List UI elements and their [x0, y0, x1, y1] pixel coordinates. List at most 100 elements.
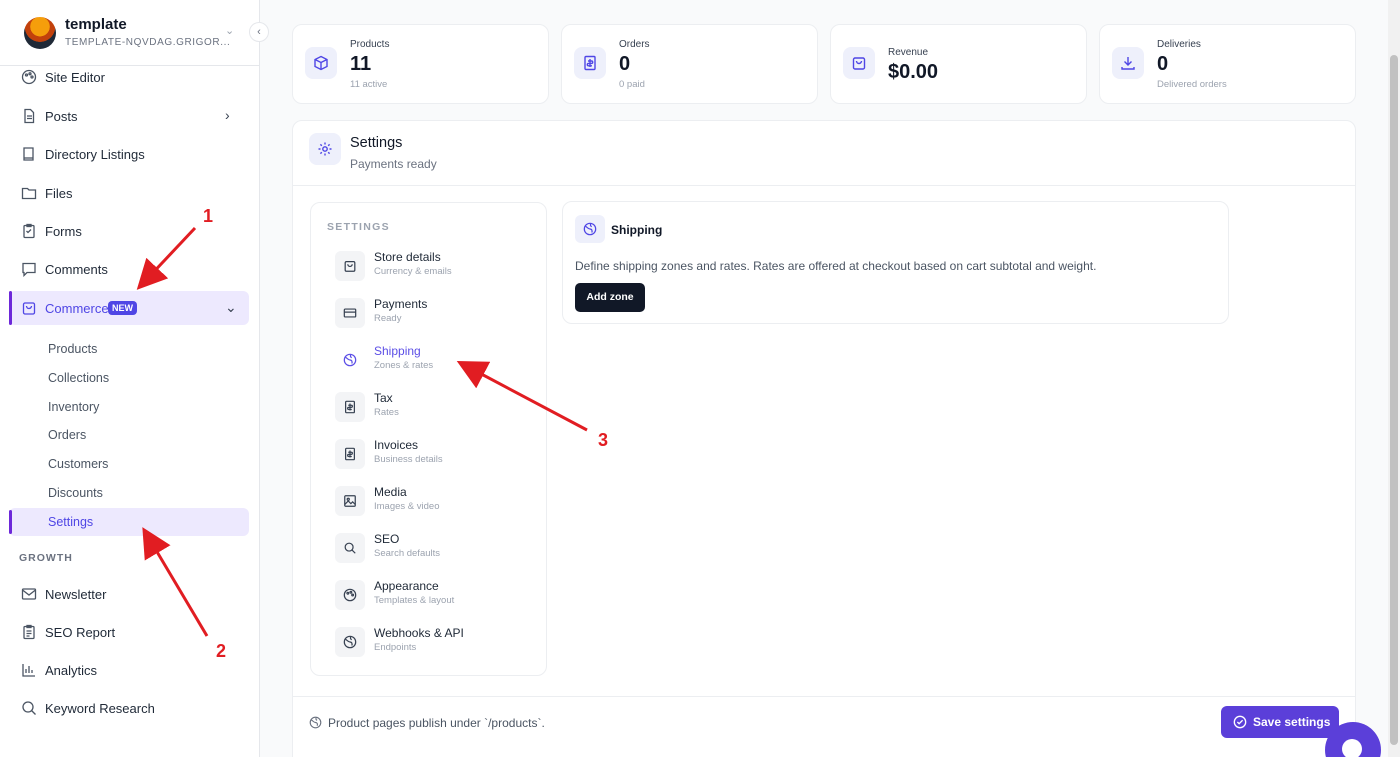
settings-nav-invoices[interactable]: Invoices Business details [311, 433, 546, 477]
sidebar-item-label: Keyword Research [45, 701, 155, 716]
chevron-down-icon[interactable]: ⌄ [225, 299, 237, 316]
workspace-switcher[interactable]: template TEMPLATE-NQVDAG.GRIGOR... ⌄ [0, 0, 260, 66]
settings-nav-webhooks-api[interactable]: Webhooks & API Endpoints [311, 621, 546, 665]
sidebar-item-analytics[interactable]: Analytics [9, 653, 249, 687]
sidebar-subitem-label: Discounts [48, 486, 103, 500]
shipping-card-description: Define shipping zones and rates. Rates a… [575, 259, 1097, 273]
page-scrollbar[interactable] [1388, 0, 1400, 757]
new-badge: NEW [108, 301, 137, 315]
sidebar-item-keyword-research[interactable]: Keyword Research [9, 691, 249, 725]
stat-title: Revenue [888, 47, 929, 58]
settings-nav-title: Payments [374, 297, 428, 311]
shipping-card: Shipping Define shipping zones and rates… [562, 201, 1229, 324]
clipboard-icon [23, 223, 35, 239]
sidebar-item-site-editor[interactable]: Site Editor [9, 60, 249, 94]
settings-nav-title: Appearance [374, 579, 439, 593]
globe-icon [309, 716, 322, 729]
mail-icon [21, 588, 37, 600]
sidebar-item-label: Forms [45, 224, 82, 239]
settings-nav-sub: Zones & rates [374, 360, 434, 371]
stat-title: Deliveries [1157, 39, 1201, 50]
stat-card-deliveries: Deliveries 0 Delivered orders [1099, 24, 1356, 104]
book-icon [23, 147, 34, 161]
sidebar-subitem-inventory[interactable]: Inventory [9, 393, 249, 421]
annotation-label-1: 1 [203, 206, 214, 226]
save-settings-button[interactable]: Save settings [1221, 706, 1339, 738]
sidebar-item-label: Posts [45, 109, 78, 124]
settings-nav-shipping[interactable]: Shipping Zones & rates [311, 339, 546, 383]
globe-icon [575, 215, 605, 243]
sidebar-subitem-discounts[interactable]: Discounts [9, 479, 249, 507]
sidebar-item-newsletter[interactable]: Newsletter [9, 577, 249, 611]
shipping-card-title: Shipping [611, 223, 663, 237]
sidebar-item-seo-report[interactable]: SEO Report [9, 615, 249, 649]
chevron-updown-icon[interactable]: ⌄ [225, 24, 234, 37]
settings-nav-heading: SETTINGS [327, 221, 390, 233]
sidebar-item-label: Commerce [45, 301, 109, 316]
sidebar-item-directory-listings[interactable]: Directory Listings [9, 137, 249, 171]
sidebar-subitem-label: Collections [48, 371, 110, 385]
add-zone-button[interactable]: Add zone [575, 283, 645, 312]
settings-nav-sub: Ready [374, 313, 402, 324]
chevron-right-icon[interactable]: › [225, 107, 230, 123]
sidebar-item-label: Site Editor [45, 70, 105, 85]
save-settings-label: Save settings [1253, 715, 1331, 729]
collapse-sidebar-button[interactable]: ‹ [249, 22, 269, 42]
sidebar-subitem-orders[interactable]: Orders [9, 421, 249, 449]
panel-header: Settings Payments ready [293, 121, 1355, 186]
sidebar-item-label: Analytics [45, 663, 98, 678]
sidebar-item-label: Newsletter [45, 587, 107, 602]
annotation-label-3: 3 [598, 430, 609, 450]
settings-nav-sub: Currency & emails [374, 266, 452, 277]
stat-card-revenue: Revenue $0.00 [830, 24, 1087, 104]
workspace-subtitle: TEMPLATE-NQVDAG.GRIGOR... [65, 37, 231, 48]
check-circle-icon [1233, 715, 1247, 729]
scrollbar-thumb[interactable] [1390, 55, 1398, 745]
settings-nav-sub: Endpoints [374, 642, 417, 653]
comment-icon [22, 262, 36, 277]
sidebar-subitem-settings[interactable]: Settings [9, 508, 249, 536]
sidebar-subitem-collections[interactable]: Collections [9, 364, 249, 392]
settings-nav-appearance[interactable]: Appearance Templates & layout [311, 574, 546, 618]
page-subtitle: Payments ready [350, 157, 437, 171]
search-icon [335, 533, 365, 563]
sidebar-item-posts[interactable]: Posts › [9, 99, 249, 133]
globe-icon [335, 627, 365, 657]
growth-section-label: GROWTH [19, 552, 73, 564]
stat-card-products: Products 11 11 active [292, 24, 549, 104]
settings-nav-title: Media [374, 485, 407, 499]
gear-icon [309, 133, 341, 165]
settings-nav-tax[interactable]: Tax Rates [311, 386, 546, 430]
sidebar-item-comments[interactable]: Comments [9, 252, 249, 286]
settings-nav-seo[interactable]: SEO Search defaults [311, 527, 546, 571]
settings-nav-media[interactable]: Media Images & video [311, 480, 546, 524]
settings-nav-sub: Templates & layout [374, 595, 455, 606]
search-icon [22, 701, 36, 715]
sidebar-item-files[interactable]: Files [9, 176, 249, 210]
bag-icon [335, 251, 365, 281]
settings-nav: SETTINGS Store details Currency & emails… [310, 202, 547, 676]
bar-chart-icon [22, 664, 35, 677]
stat-sub: 11 active [350, 79, 388, 90]
sidebar-item-label: SEO Report [45, 625, 116, 640]
settings-nav-title: Webhooks & API [374, 626, 464, 640]
workspace-logo [24, 17, 56, 49]
sidebar-subitem-products[interactable]: Products [9, 335, 249, 363]
sidebar-subitem-customers[interactable]: Customers [9, 450, 249, 478]
sidebar-subitem-label: Orders [48, 428, 87, 442]
stat-sub: 0 paid [619, 79, 645, 90]
shopping-bag-icon [22, 302, 36, 315]
settings-nav-store-details[interactable]: Store details Currency & emails [311, 245, 546, 289]
settings-nav-title: Shipping [374, 344, 421, 358]
workspace-name: template [65, 16, 127, 33]
document-icon [24, 108, 35, 124]
download-icon [1112, 47, 1144, 79]
invoice-icon [335, 439, 365, 469]
sidebar-item-commerce[interactable]: Commerce NEW ⌄ [9, 291, 249, 325]
settings-nav-payments[interactable]: Payments Ready [311, 292, 546, 336]
image-icon [335, 486, 365, 516]
settings-nav-title: Store details [374, 250, 441, 264]
sidebar-subitem-label: Customers [48, 457, 109, 471]
receipt-icon [335, 392, 365, 422]
sidebar-subitem-label: Products [48, 342, 98, 356]
